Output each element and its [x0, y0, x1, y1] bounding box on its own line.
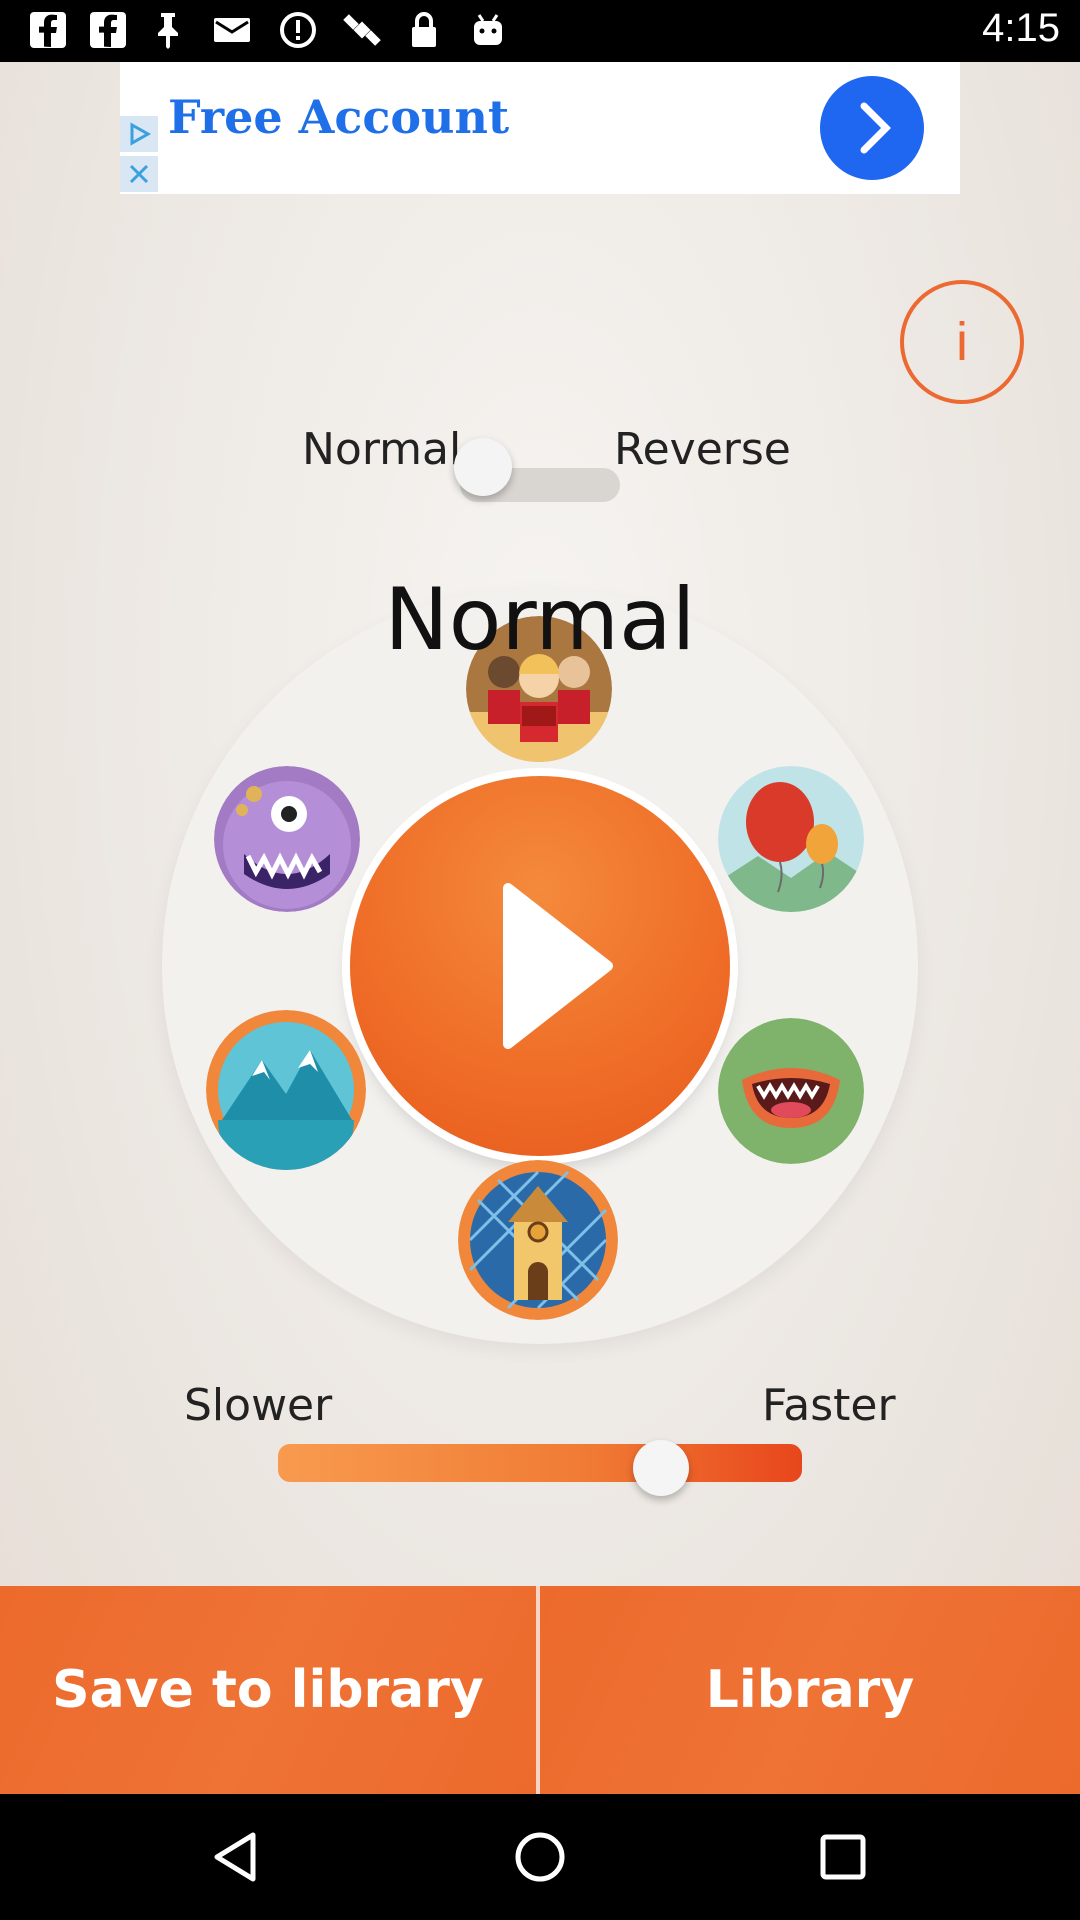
- monster-icon: [214, 766, 360, 912]
- android-icon: [468, 10, 508, 50]
- mode-reverse-label[interactable]: Reverse: [614, 424, 791, 475]
- ad-banner[interactable]: Free Account: [120, 62, 960, 194]
- facebook-icon: [88, 10, 128, 50]
- monster-preset[interactable]: [214, 766, 360, 912]
- bottom-action-bar: Save to library Library: [0, 1586, 1080, 1794]
- speed-slower-label: Slower: [184, 1380, 333, 1431]
- library-label: Library: [705, 1660, 915, 1720]
- church-icon: [458, 1160, 618, 1320]
- mouth-icon: [718, 1018, 864, 1164]
- speed-faster-label: Faster: [762, 1380, 896, 1431]
- save-to-library-label: Save to library: [52, 1660, 484, 1720]
- lock-icon: [404, 10, 444, 50]
- app-screen: Free Account i Normal Reverse Normal Slo…: [0, 62, 1080, 1794]
- mode-toggle-knob[interactable]: [454, 438, 512, 496]
- ad-choices-icon[interactable]: [120, 116, 158, 152]
- satellite-icon: [342, 10, 382, 50]
- speed-slider-knob[interactable]: [633, 1440, 689, 1496]
- current-effect-title: Normal: [384, 570, 696, 670]
- library-button[interactable]: Library: [540, 1586, 1080, 1794]
- pin-icon: [148, 10, 188, 50]
- play-button[interactable]: [350, 776, 730, 1156]
- balloon-icon: [718, 766, 864, 912]
- mail-icon: [212, 10, 252, 50]
- navigation-bar: [0, 1794, 1080, 1920]
- chevron-right-icon[interactable]: [820, 76, 924, 180]
- close-icon[interactable]: [120, 156, 158, 192]
- mountain-preset[interactable]: [206, 1010, 366, 1170]
- save-to-library-button[interactable]: Save to library: [0, 1586, 536, 1794]
- play-icon: [503, 883, 613, 1049]
- mountain-icon: [206, 1010, 366, 1170]
- home-icon[interactable]: [497, 1814, 583, 1900]
- balloon-preset[interactable]: [718, 766, 864, 912]
- mode-normal-label[interactable]: Normal: [302, 424, 461, 475]
- church-preset[interactable]: [458, 1160, 618, 1320]
- ad-title[interactable]: Free Account: [168, 90, 509, 144]
- mouth-preset[interactable]: [718, 1018, 864, 1164]
- recents-icon[interactable]: [800, 1814, 886, 1900]
- alert-icon: [278, 10, 318, 50]
- back-icon[interactable]: [192, 1814, 278, 1900]
- info-icon: i: [956, 312, 968, 372]
- speed-slider-track[interactable]: [278, 1444, 802, 1482]
- facebook-icon: [28, 10, 68, 50]
- status-time: 4:15: [982, 6, 1060, 50]
- status-bar: 4:15: [0, 0, 1080, 62]
- info-button[interactable]: i: [900, 280, 1024, 404]
